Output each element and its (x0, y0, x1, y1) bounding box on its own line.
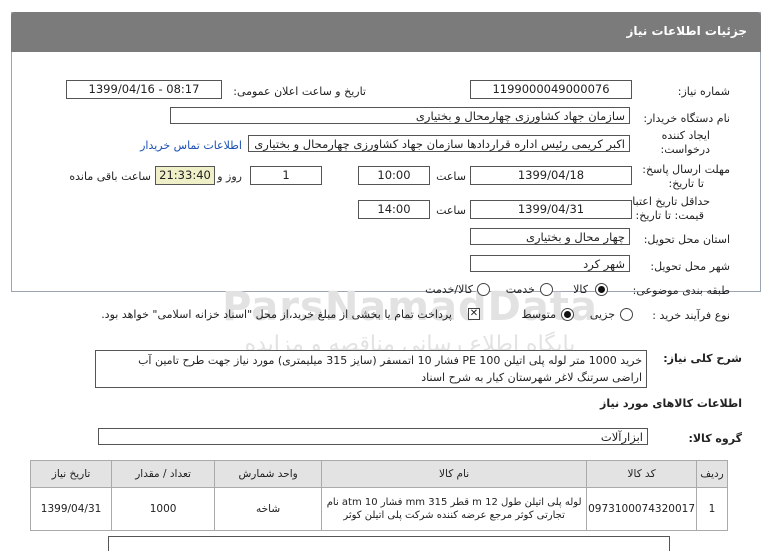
general-description-label: شرح کلی نیاز: (663, 352, 742, 365)
treasury-payment-checkbox[interactable]: ✕ (468, 308, 480, 320)
cell-name: لوله پلی اتیلن طول m 12 قطر mm 315 فشار … (321, 487, 588, 531)
subject-category-label: طبقه بندی موضوعی: (632, 284, 730, 297)
category-goods-radio[interactable] (595, 283, 608, 296)
delivery-province-value: چهار محال و بختیاری (470, 228, 630, 245)
creator-label-2: درخواست: (660, 143, 710, 156)
reply-deadline-label-2: تا تاریخ: (668, 177, 704, 190)
day-and-label: روز و (217, 170, 242, 183)
goods-table: ردیف کد کالا نام کالا واحد شمارش تعداد /… (29, 460, 728, 531)
details-panel (11, 12, 761, 292)
creator-value: اکبر کریمی رئیس اداره قراردادها سازمان ج… (248, 135, 630, 152)
purchase-process-label: نوع فرآیند خرید : (652, 309, 730, 322)
treasury-payment-note: پرداخت تمام یا بخشی از مبلغ خرید،از محل … (101, 308, 452, 321)
announce-datetime-value: 1399/04/16 - 08:17 (66, 80, 222, 99)
reply-deadline-label-1: مهلت ارسال پاسخ: (642, 163, 730, 176)
cell-name-line-1: لوله پلی اتیلن طول m 12 قطر mm 315 فشار … (326, 497, 582, 508)
min-validity-label-2: قیمت: تا تاریخ: (635, 209, 704, 222)
validity-time-value: 14:00 (358, 200, 430, 219)
col-date-header: تاریخ نیاز (29, 460, 113, 488)
process-medium-radio[interactable] (561, 308, 574, 321)
delivery-province-label: استان محل تحویل: (643, 233, 730, 246)
need-number-value: 1199000049000076 (470, 80, 632, 99)
panel-header: جزئیات اطلاعات نیاز (11, 12, 761, 52)
cell-unit: شاخه (214, 487, 323, 531)
announce-datetime-label: تاریخ و ساعت اعلان عمومی: (233, 85, 366, 98)
category-service-radio[interactable] (540, 283, 553, 296)
reply-time-value: 10:00 (358, 166, 430, 185)
next-section-box (108, 536, 670, 551)
delivery-city-value: شهر کرد (470, 255, 630, 272)
col-row-header: ردیف (696, 460, 728, 488)
validity-hour-label: ساعت (436, 204, 466, 217)
cell-code: 0973100074320017 (586, 487, 697, 531)
creator-label-1: ایجاد کننده (661, 129, 710, 142)
description-line-1: خرید 1000 متر لوله پلی اتیلن PE 100 فشار… (138, 354, 642, 367)
col-name-header: نام کالا (321, 460, 588, 488)
reply-date-value: 1399/04/18 (470, 166, 632, 185)
process-medium-label: متوسط (521, 308, 556, 321)
goods-group-value: ابزارآلات (98, 428, 648, 445)
delivery-city-label: شهر محل تحویل: (650, 260, 730, 273)
buyer-contact-link[interactable]: اطلاعات تماس خریدار (140, 139, 242, 152)
col-qty-header: تعداد / مقدار (111, 460, 216, 488)
need-number-label: شماره نیاز: (677, 85, 730, 98)
panel-title: جزئیات اطلاعات نیاز (626, 24, 747, 38)
min-validity-label-1: حداقل تاریخ اعتبار (626, 195, 710, 208)
buyer-org-value: سازمان جهاد کشاورزی چهارمحال و بختیاری (170, 107, 630, 124)
col-unit-header: واحد شمارش (214, 460, 323, 488)
validity-date-value: 1399/04/31 (470, 200, 632, 219)
category-goods-service-label: کالا/خدمت (425, 283, 473, 296)
process-partial-label: جزیی (589, 308, 615, 321)
table-row: 1 0973100074320017 لوله پلی اتیلن طول m … (29, 487, 728, 531)
cell-row: 1 (696, 487, 728, 531)
table-header-row: ردیف کد کالا نام کالا واحد شمارش تعداد /… (29, 460, 728, 488)
time-remaining-value: 21:33:40 (155, 166, 215, 185)
category-goods-label: کالا (573, 283, 588, 296)
category-service-label: خدمت (505, 283, 535, 296)
goods-group-label: گروه کالا: (688, 432, 742, 445)
time-remaining-label: ساعت باقی مانده (69, 170, 151, 183)
cell-name-line-2: تجارتی کوثر مرجع عرضه کننده شرکت پلی اتی… (343, 510, 565, 521)
process-partial-radio[interactable] (620, 308, 633, 321)
reply-hour-label: ساعت (436, 170, 466, 183)
col-code-header: کد کالا (586, 460, 697, 488)
buyer-org-label: نام دستگاه خریدار: (643, 112, 730, 125)
general-description-box: خرید 1000 متر لوله پلی اتیلن PE 100 فشار… (95, 350, 647, 388)
cell-qty: 1000 (111, 487, 216, 531)
goods-info-heading: اطلاعات کالاهای مورد نیاز (600, 397, 742, 410)
days-remaining-value: 1 (250, 166, 322, 185)
cell-date: 1399/04/31 (29, 487, 113, 531)
description-line-2: اراضی سرتنگ لاغر شهرستان کیار به شرح اسن… (421, 371, 642, 384)
category-goods-service-radio[interactable] (477, 283, 490, 296)
